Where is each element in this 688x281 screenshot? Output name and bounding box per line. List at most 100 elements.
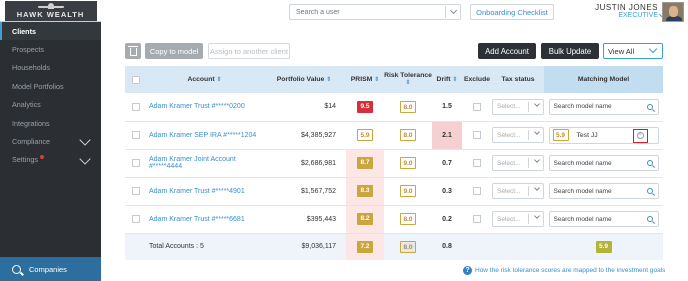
clear-model-button[interactable]: × — [632, 128, 648, 143]
logo-text: HAWK WEALTH — [16, 9, 85, 19]
account-link[interactable]: Adam Kramer Trust #*****0200 — [147, 93, 262, 122]
logo-area: HAWK WEALTH — [0, 0, 101, 22]
exclude-checkbox[interactable] — [473, 131, 481, 139]
account-link[interactable]: Adam Kramer Trust #*****4901 — [147, 177, 262, 206]
table-header-row: Account ⇕ Portfolio Value ⇕ PRISM ⇕ Risk… — [125, 66, 663, 93]
sort-icon: ⇕ — [216, 76, 222, 83]
header-matching-model: Matching Model — [544, 66, 663, 93]
sidebar-item-clients[interactable]: Clients — [0, 22, 101, 41]
chevron-down-icon — [534, 129, 540, 135]
header-risk-tolerance[interactable]: Risk Tolerance ⇕ — [384, 66, 432, 93]
search-icon — [646, 103, 653, 110]
header-drift[interactable]: Drift ⇕ — [432, 66, 462, 93]
risk-badge: 8.0 — [400, 129, 416, 141]
portfolio-value: $395,443 — [262, 205, 346, 234]
tax-status-select[interactable]: Select... — [492, 183, 544, 199]
header-portfolio-value[interactable]: Portfolio Value ⇕ — [262, 66, 346, 93]
model-search-input[interactable]: Search model name — [548, 155, 659, 171]
assign-to-another-client-button[interactable]: Assign to another client — [208, 43, 290, 59]
sidebar-item-integrations[interactable]: Integrations — [0, 114, 101, 132]
portfolio-value: $2,686,981 — [262, 149, 346, 178]
search-icon — [646, 188, 653, 194]
model-search-input[interactable]: Search model name — [548, 211, 659, 227]
sidebar-item-compliance[interactable]: Compliance — [0, 132, 101, 150]
sidebar-item-model-portfolios[interactable]: Model Portfolios — [0, 77, 101, 95]
table-row[interactable]: Adam Kramer Joint Account #*****4444 $2,… — [125, 149, 663, 178]
drift-value: 0.3 — [432, 177, 462, 206]
chevron-down-icon — [79, 134, 91, 147]
user-name: JUSTIN JONES — [595, 3, 658, 12]
view-filter-select[interactable]: View All — [603, 43, 663, 59]
account-link[interactable]: Adam Kramer Joint Account #*****4444 — [147, 149, 262, 178]
header-prism[interactable]: PRISM ⇕ — [346, 66, 384, 93]
chevron-down-icon — [534, 100, 540, 107]
risk-mapping-help-link[interactable]: ? How the risk tolerance scores are mapp… — [463, 266, 665, 275]
sidebar-item-analytics[interactable]: Analytics — [0, 96, 101, 114]
table-row[interactable]: Adam Kramer Trust #*****4901 $1,567,752 … — [125, 177, 663, 206]
drift-value: 1.5 — [432, 93, 462, 122]
exclude-checkbox[interactable] — [473, 159, 481, 167]
user-search-input[interactable] — [290, 8, 445, 16]
prism-badge: 8.3 — [357, 185, 373, 197]
chevron-down-icon — [648, 44, 658, 54]
model-search-input[interactable]: Search model name — [548, 183, 659, 199]
notification-dot — [39, 154, 44, 159]
row-checkbox[interactable] — [132, 131, 140, 139]
sidebar-item-settings[interactable]: Settings — [0, 151, 101, 169]
row-checkbox[interactable] — [132, 102, 140, 111]
risk-badge: 9.0 — [400, 185, 416, 197]
row-checkbox[interactable] — [132, 159, 140, 167]
exclude-checkbox[interactable] — [473, 187, 481, 195]
model-name: Test JJ — [576, 131, 598, 139]
model-score-badge: 5.9 — [552, 129, 569, 141]
hawk-wealth-logo[interactable]: HAWK WEALTH — [4, 0, 97, 21]
user-search[interactable] — [289, 4, 461, 20]
table-row[interactable]: Adam Kramer Trust #*****0200 $14 9.5 8.0… — [125, 93, 663, 122]
drift-value: 0.2 — [432, 205, 462, 234]
portfolio-value: $4,385,927 — [262, 121, 346, 150]
select-all-checkbox[interactable] — [132, 75, 140, 84]
sidebar-item-prospects[interactable]: Prospects — [0, 40, 101, 58]
delete-button[interactable] — [125, 43, 141, 59]
search-icon — [12, 264, 21, 274]
portfolio-value: $14 — [262, 93, 346, 122]
exclude-checkbox[interactable] — [473, 102, 481, 111]
trash-icon — [128, 46, 138, 56]
user-menu[interactable]: JUSTIN JONES EXECUTIVE — [595, 4, 658, 20]
sort-icon: ⇕ — [405, 80, 411, 86]
tax-status-select[interactable]: Select... — [492, 127, 544, 143]
table-row[interactable]: Adam Kramer SEP IRA #*****1204 $4,385,92… — [125, 121, 663, 150]
sidebar-item-households[interactable]: Households — [0, 59, 101, 77]
header-account[interactable]: Account ⇕ — [147, 66, 262, 93]
drift-value: 0.7 — [432, 149, 462, 178]
onboarding-checklist-button[interactable]: Onboarding Checklist — [470, 4, 554, 20]
search-icon — [646, 160, 653, 166]
user-search-dropdown[interactable] — [446, 6, 460, 15]
tax-status-select[interactable]: Select... — [492, 211, 544, 227]
avatar[interactable] — [662, 2, 684, 22]
header-tax-status: Tax status — [492, 66, 544, 93]
row-checkbox[interactable] — [132, 215, 140, 223]
question-icon: ? — [463, 266, 472, 275]
table-row[interactable]: Adam Kramer Trust #*****6681 $395,443 8.… — [125, 205, 663, 234]
exclude-checkbox[interactable] — [473, 215, 481, 223]
risk-badge: 8.0 — [400, 213, 416, 225]
row-checkbox[interactable] — [132, 187, 140, 195]
chevron-down-icon — [534, 213, 540, 219]
add-account-button[interactable]: Add Account — [478, 43, 536, 59]
sidebar: HAWK WEALTH Clients Prospects Households… — [0, 0, 101, 281]
header-exclude: Exclude — [462, 66, 492, 93]
tax-status-select[interactable]: Select... — [492, 155, 544, 171]
total-model-score-badge: 5.9 — [595, 240, 612, 253]
matching-model-selected[interactable]: 5.9 Test JJ × — [548, 126, 659, 144]
copy-to-model-button[interactable]: Copy to model — [145, 43, 203, 59]
account-link[interactable]: Adam Kramer SEP IRA #*****1204 — [147, 121, 262, 150]
tax-status-select[interactable]: Select... — [492, 98, 544, 115]
bulk-update-button[interactable]: Bulk Update — [541, 43, 599, 59]
close-circle-icon: × — [636, 132, 644, 139]
companies-button[interactable]: Companies — [0, 257, 101, 281]
chevron-down-icon — [449, 6, 457, 15]
model-search-input[interactable]: Search model name — [548, 98, 659, 115]
portfolio-value: $1,567,752 — [262, 177, 346, 206]
account-link[interactable]: Adam Kramer Trust #*****6681 — [147, 205, 262, 234]
